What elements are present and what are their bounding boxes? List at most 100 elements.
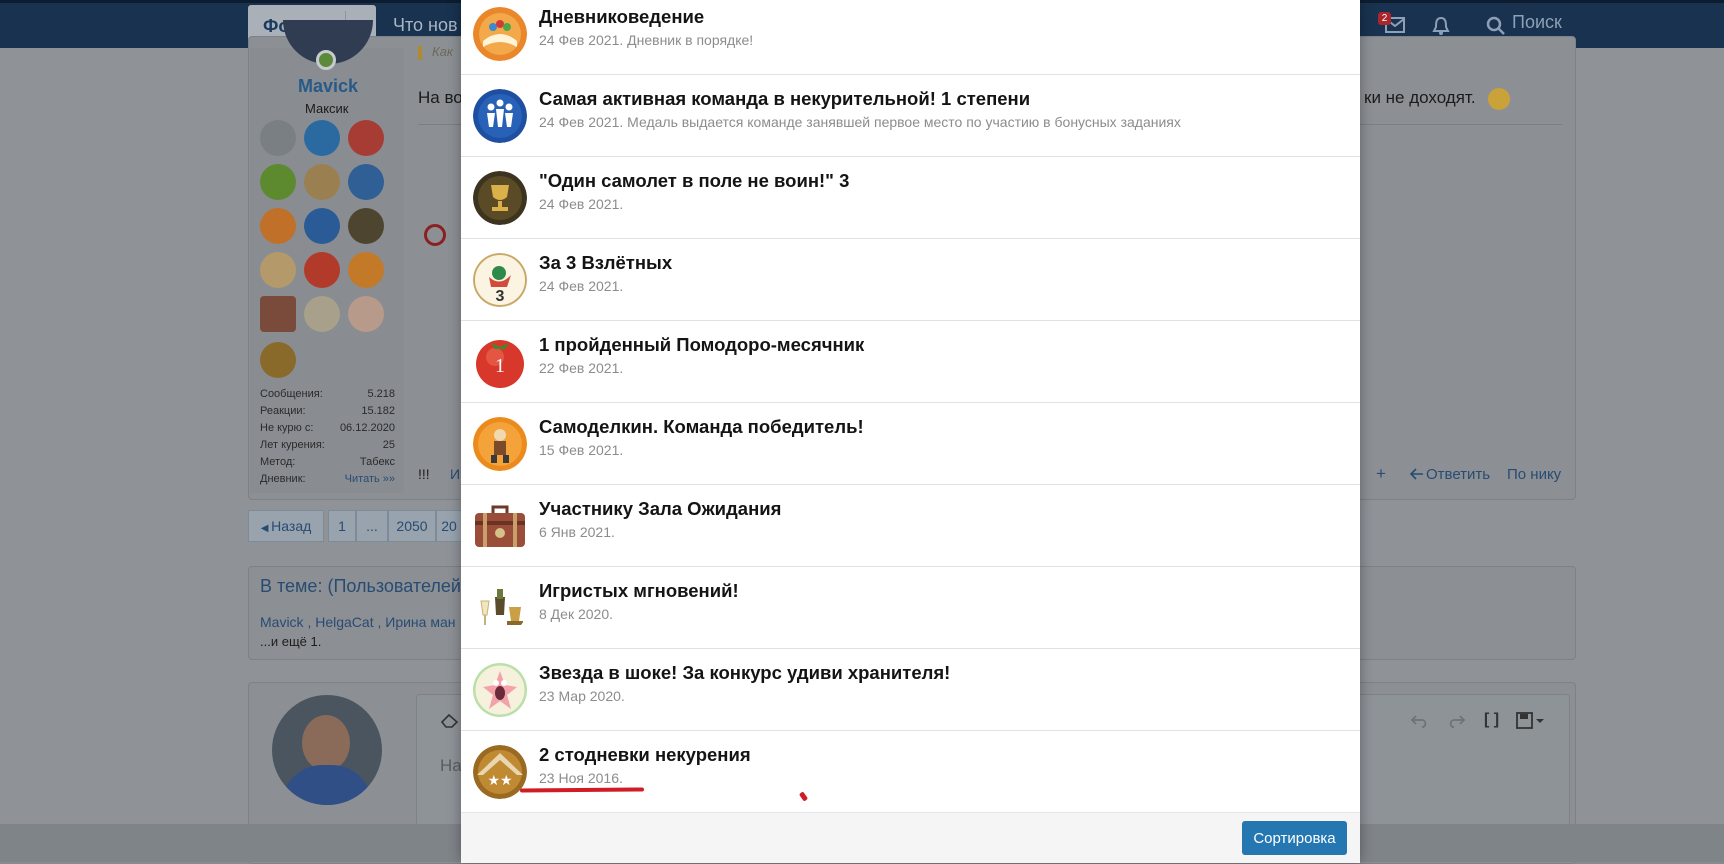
medal-description: 24 Фев 2021. Дневник в порядке!: [539, 32, 754, 48]
by-nick-button[interactable]: По нику: [1507, 466, 1561, 483]
list-item[interactable]: Звезда в шоке! За конкурс удиви хранител…: [461, 648, 1360, 731]
nav-tab-whats-new[interactable]: Что нов: [393, 15, 458, 36]
editor-placeholder: На: [440, 756, 462, 775]
diary-read-link[interactable]: Читать »»: [345, 473, 395, 485]
thread-users-heading: В теме: (Пользователей: [260, 576, 461, 596]
user-title: Максик: [305, 101, 349, 116]
no-entry-icon: [424, 224, 446, 246]
medal-title: Игристых мгновений!: [539, 580, 739, 601]
plane-medal-icon[interactable]: [348, 164, 384, 200]
reply-icon[interactable]: [1410, 467, 1424, 481]
list-item[interactable]: Самая активная команда в некурительной! …: [461, 74, 1360, 157]
samodelkin-medal-icon[interactable]: [348, 252, 384, 288]
medal-title: Дневниковедение: [539, 6, 705, 27]
search-button-label[interactable]: Поиск: [1512, 12, 1562, 33]
list-item[interactable]: Игристых мгновений! 8 Дек 2020.: [461, 566, 1360, 649]
redo-icon[interactable]: [1446, 712, 1466, 730]
pager-ellipsis[interactable]: ...: [356, 510, 388, 542]
thread-users-list[interactable]: Mavick , HelgaCat , Ирина ман: [260, 614, 455, 630]
post-action-plus[interactable]: +: [1376, 464, 1386, 484]
champagne-medal-icon: [473, 581, 527, 635]
person-medal-icon[interactable]: [304, 120, 340, 156]
thread-users-more: ...и ещё 1.: [260, 634, 322, 649]
unread-badge: 2: [1378, 12, 1391, 25]
medal-description: 24 Фев 2021. Медаль выдается команде зан…: [539, 114, 1181, 130]
online-status-icon: [316, 50, 336, 70]
medal-title: Самая активная команда в некурительной! …: [539, 88, 1031, 109]
list-item[interactable]: "Один самолет в поле не воин!" 3 24 Фев …: [461, 156, 1360, 239]
search-icon[interactable]: [1486, 16, 1506, 36]
pager-page-2050[interactable]: 2050: [388, 510, 436, 542]
list-item[interactable]: Участнику Зала Ожидания 6 Янв 2021.: [461, 484, 1360, 567]
champagne-medal-icon[interactable]: [304, 296, 340, 332]
team-medal-icon[interactable]: [304, 208, 340, 244]
undo-icon[interactable]: [1410, 712, 1430, 730]
medal-title: "Один самолет в поле не воин!" 3: [539, 170, 850, 191]
medal-title: Самоделкин. Команда победитель!: [539, 416, 864, 437]
stat-diary: Дневник: Читать »»: [260, 473, 395, 485]
svg-text:★★: ★★: [487, 773, 512, 789]
goblet-medal-icon[interactable]: [304, 164, 340, 200]
stat-messages: Сообщения: 5.218: [260, 388, 395, 400]
stat-quit-date: Не курю с: 06.12.2020: [260, 422, 395, 434]
medals-modal: Дневниковедение 24 Фев 2021. Дневник в п…: [461, 0, 1360, 863]
diary-medal-icon: [473, 7, 527, 61]
takeoff-medal-icon: 3: [473, 253, 527, 307]
camera-medal-icon[interactable]: [260, 120, 296, 156]
post-text-right: ки не доходят.: [1364, 88, 1476, 107]
trophy-medal-icon[interactable]: [348, 208, 384, 244]
chevron-left-icon: ◀: [260, 523, 272, 534]
medal-description: 24 Фев 2021.: [539, 278, 624, 294]
suitcase-medal-icon: [473, 499, 527, 553]
stat-years-smoking: Лет курения: 25: [260, 439, 395, 451]
save-draft-icon[interactable]: [1516, 712, 1546, 730]
bell-icon[interactable]: [1432, 16, 1450, 36]
stat-reactions: Реакции: 15.182: [260, 405, 395, 417]
username-link[interactable]: Mavick: [298, 76, 358, 97]
starfish-medal-icon: [473, 663, 527, 717]
medal-description: 24 Фев 2021.: [539, 196, 624, 212]
medal-description: 6 Янв 2021.: [539, 524, 615, 540]
medal-description: 23 Ноя 2016.: [539, 770, 623, 786]
sort-button[interactable]: Сортировка: [1242, 821, 1347, 855]
post-action-exclaim[interactable]: !!!: [418, 466, 430, 482]
pager-back-button[interactable]: ◀ Назад: [248, 510, 324, 542]
svg-text:1: 1: [495, 355, 505, 377]
avatar[interactable]: [272, 695, 382, 805]
reply-button[interactable]: Ответить: [1426, 466, 1490, 483]
tomato-medal-icon: 1: [473, 335, 527, 389]
diary-medal-icon[interactable]: [260, 208, 296, 244]
smiley-icon: [1488, 88, 1510, 110]
medal-title: 2 стодневки некурения: [539, 744, 751, 765]
list-item[interactable]: 1 1 пройденный Помодоро-месячник 22 Фев …: [461, 320, 1360, 403]
post-text-left: На во: [418, 88, 463, 107]
suitcase-medal-icon[interactable]: [260, 296, 296, 332]
medal-description: 23 Мар 2020.: [539, 688, 625, 704]
medal-description: 15 Фев 2021.: [539, 442, 624, 458]
medal-title: За 3 Взлётных: [539, 252, 673, 273]
no-smoking-medal-icon[interactable]: [348, 120, 384, 156]
medal-title: Звезда в шоке! За конкурс удиви хранител…: [539, 662, 951, 683]
medal-description: 8 Дек 2020.: [539, 606, 613, 622]
snake-medal-icon[interactable]: [260, 164, 296, 200]
post-action-i[interactable]: И: [450, 466, 460, 482]
team-medal-icon: [473, 89, 527, 143]
tomato-medal-icon[interactable]: [304, 252, 340, 288]
list-item[interactable]: ★★ 2 стодневки некурения 23 Ноя 2016.: [461, 730, 1360, 813]
list-item[interactable]: 3 За 3 Взлётных 24 Фев 2021.: [461, 238, 1360, 321]
takeoff-medal-icon[interactable]: [260, 252, 296, 288]
stat-method: Метод: Табекс: [260, 456, 395, 468]
modal-footer: Сортировка: [461, 812, 1360, 863]
list-item[interactable]: Самоделкин. Команда победитель! 15 Фев 2…: [461, 402, 1360, 485]
starfish-medal-icon[interactable]: [348, 296, 384, 332]
list-item[interactable]: Дневниковедение 24 Фев 2021. Дневник в п…: [461, 0, 1360, 75]
quote-snippet: Как: [432, 44, 454, 59]
eraser-icon[interactable]: [440, 712, 460, 728]
pager-page-1[interactable]: 1: [328, 510, 356, 542]
stars-medal-icon[interactable]: [260, 342, 296, 378]
medal-description: 22 Фев 2021.: [539, 360, 624, 376]
bbcode-toggle-icon[interactable]: [ ]: [1484, 711, 1499, 729]
trophy-medal-icon: [473, 171, 527, 225]
pager-page-next[interactable]: 20: [436, 510, 462, 542]
samodelkin-medal-icon: [473, 417, 527, 471]
